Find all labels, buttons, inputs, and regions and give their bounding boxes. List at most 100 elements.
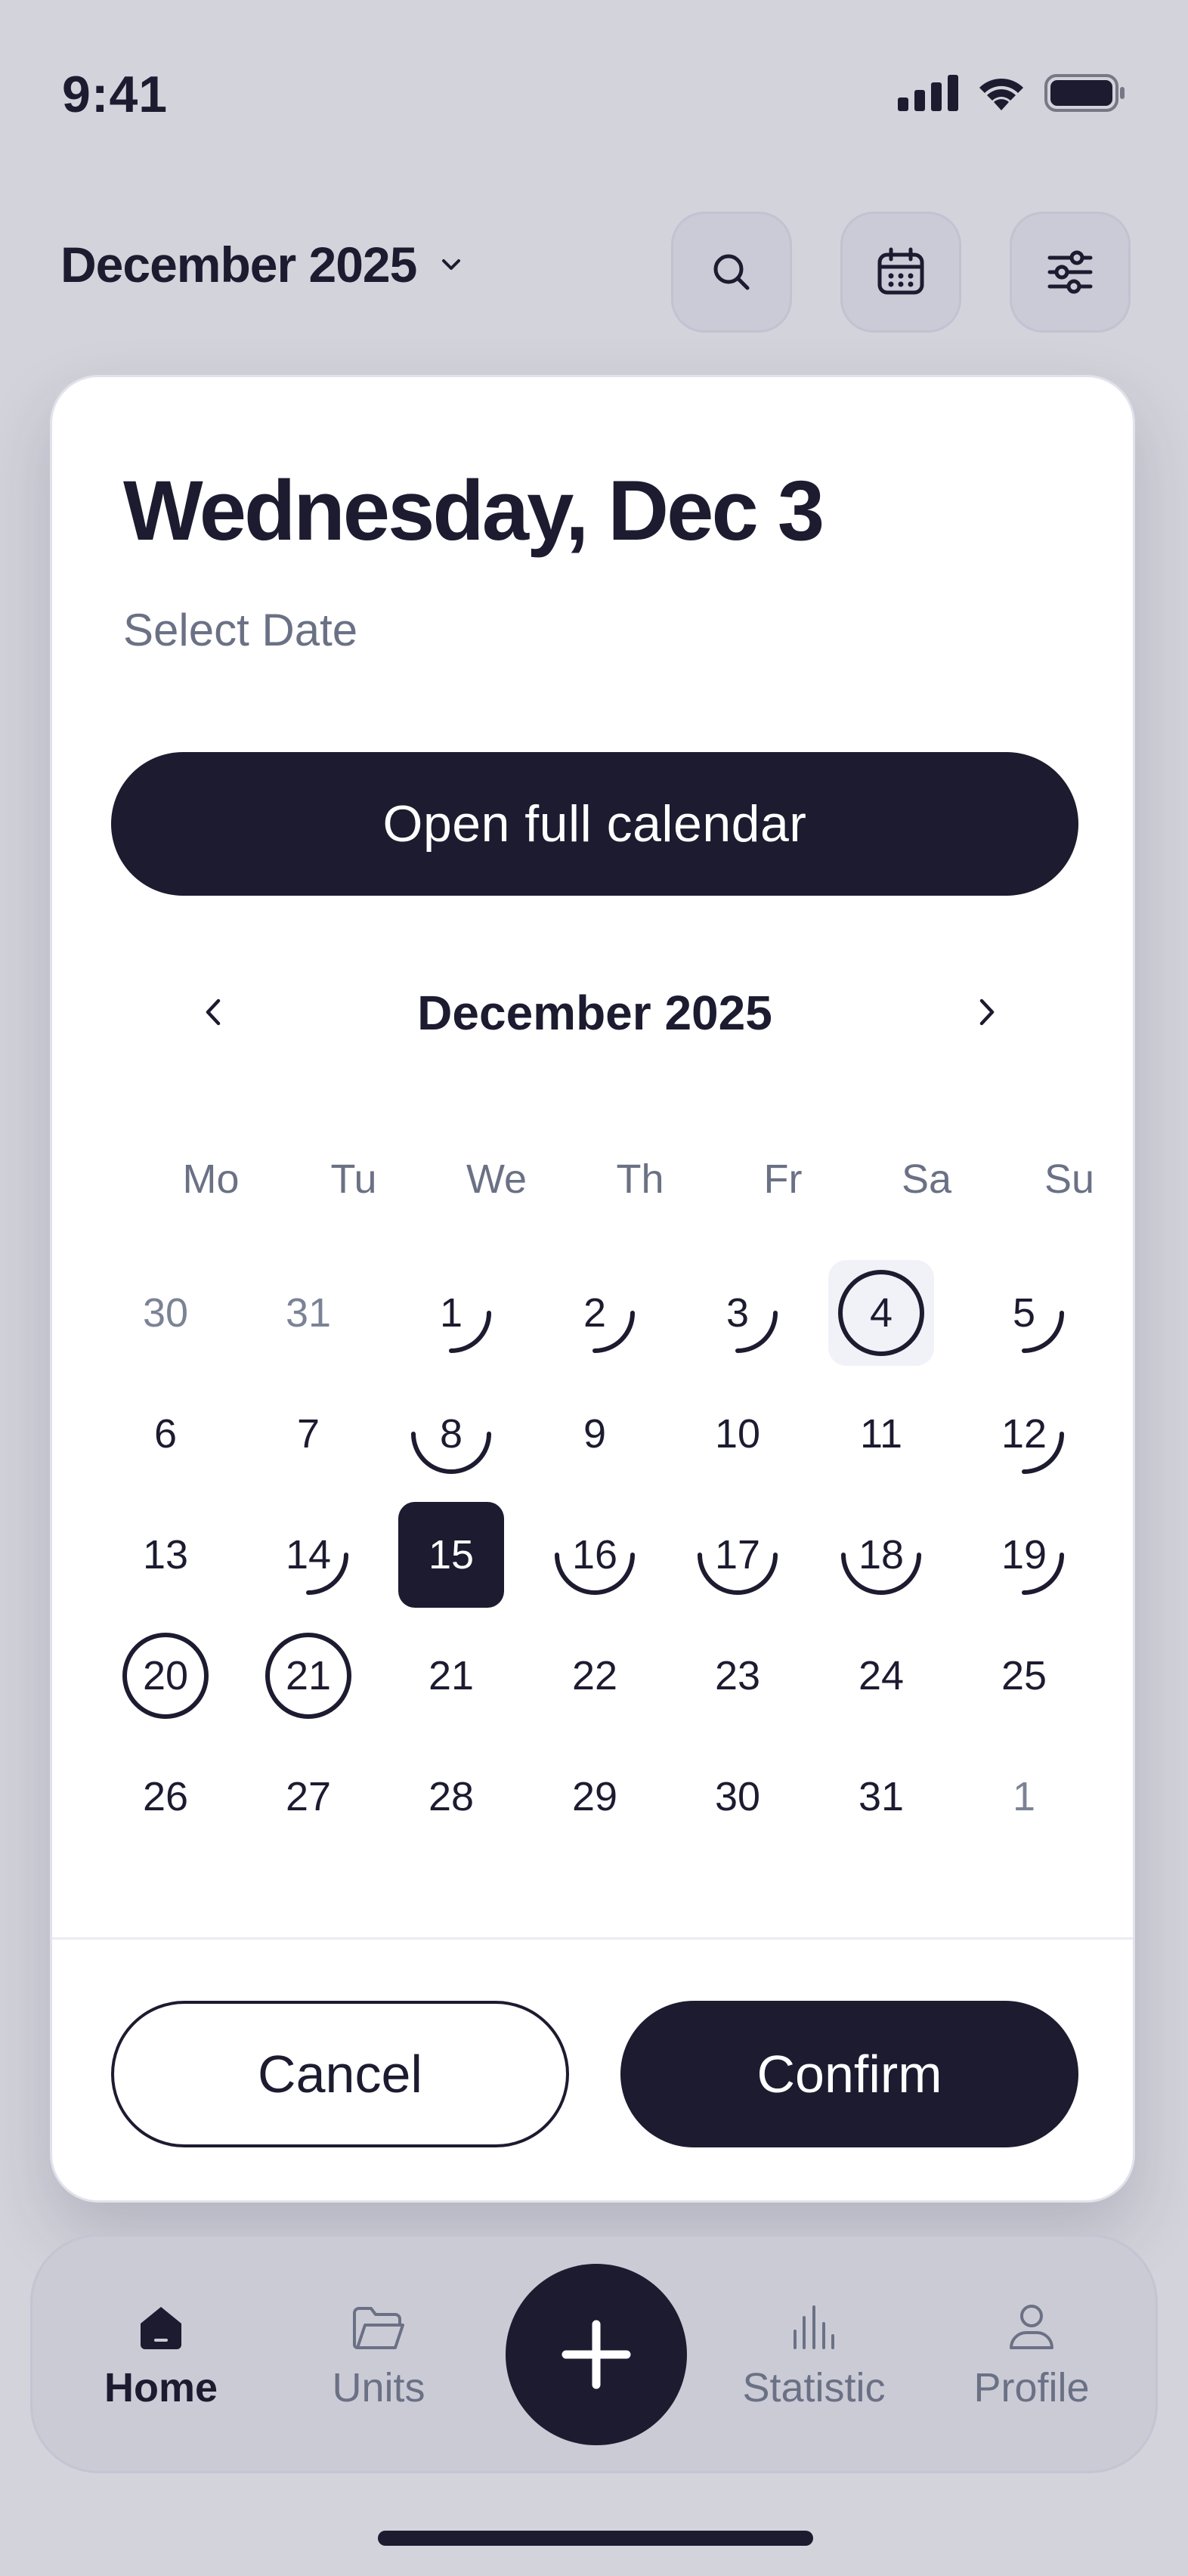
calendar-day[interactable]: 13	[113, 1502, 218, 1608]
tab-statistic-label: Statistic	[742, 2365, 886, 2410]
calendar-day-label: 8	[439, 1411, 463, 1457]
weekday-label: Tu	[330, 1156, 377, 1202]
tab-profile[interactable]: Profile	[933, 2237, 1130, 2475]
calendar-day[interactable]: 17	[685, 1502, 790, 1608]
calendar-day[interactable]: 28	[398, 1744, 504, 1850]
calendar-day-label: 22	[571, 1653, 618, 1698]
calendar-day[interactable]: 4	[828, 1260, 934, 1366]
calendar-day[interactable]: 5	[971, 1260, 1077, 1366]
next-month-button[interactable]	[948, 974, 1024, 1050]
calendar-day[interactable]: 21	[255, 1623, 361, 1729]
calendar-day-label: 21	[428, 1653, 475, 1698]
calendar-day-label: 14	[285, 1532, 332, 1577]
calendar-day-label: 21	[285, 1653, 332, 1698]
calendar-day-label: 5	[1012, 1290, 1036, 1336]
calendar-day[interactable]: 27	[255, 1744, 361, 1850]
chevron-right-icon	[979, 999, 995, 1026]
calendar-day[interactable]: 31	[828, 1744, 934, 1850]
status-time: 9:41	[62, 66, 169, 123]
calendar-day[interactable]: 7	[255, 1381, 361, 1487]
calendar-day[interactable]: 8	[398, 1381, 504, 1487]
calendar-day-label: 30	[714, 1774, 761, 1819]
calendar-day-label: 16	[571, 1532, 618, 1577]
tab-profile-label: Profile	[973, 2365, 1090, 2410]
calendar-day-label: 24	[858, 1653, 905, 1698]
calendar-day-label: 7	[296, 1411, 320, 1457]
calendar-day[interactable]: 6	[113, 1381, 218, 1487]
calendar-day[interactable]: 3	[685, 1260, 790, 1366]
footer-divider	[52, 1937, 1133, 1940]
calendar-day-label: 17	[714, 1532, 761, 1577]
weekday-label: Th	[616, 1156, 664, 1202]
open-full-calendar-button[interactable]: Open full calendar	[111, 752, 1078, 896]
sliders-icon	[1047, 250, 1093, 294]
filter-button[interactable]	[1010, 212, 1131, 333]
calendar-day-label: 11	[859, 1411, 903, 1457]
calendar-day-label: 4	[869, 1290, 893, 1336]
tab-home[interactable]: Home	[63, 2237, 259, 2475]
weekday-label: We	[466, 1156, 527, 1202]
add-button[interactable]	[506, 2264, 687, 2445]
calendar-day[interactable]: 24	[828, 1623, 934, 1729]
calendar-day-label: 31	[285, 1290, 332, 1336]
confirm-button[interactable]: Confirm	[620, 2001, 1078, 2147]
calendar-day[interactable]: 12	[971, 1381, 1077, 1487]
calendar-day-label: 28	[428, 1774, 475, 1819]
calendar-day-label: 13	[142, 1532, 189, 1577]
cancel-button[interactable]: Cancel	[111, 2001, 569, 2147]
plus-icon	[562, 2320, 631, 2389]
calendar-day[interactable]: 19	[971, 1502, 1077, 1608]
calendar-day[interactable]: 21	[398, 1623, 504, 1729]
calendar-day[interactable]: 30	[113, 1260, 218, 1366]
calendar-day[interactable]: 11	[828, 1381, 934, 1487]
tab-units[interactable]: Units	[280, 2237, 477, 2475]
calendar-day[interactable]: 16	[542, 1502, 648, 1608]
calendar-day-selected[interactable]: 15	[398, 1502, 504, 1608]
calendar-day-label: 1	[1012, 1774, 1036, 1819]
user-icon	[1010, 2305, 1053, 2349]
calendar-day[interactable]: 9	[542, 1381, 648, 1487]
calendar-day[interactable]: 18	[828, 1502, 934, 1608]
wifi-icon	[979, 78, 1023, 110]
calendar-day[interactable]: 1	[398, 1260, 504, 1366]
calendar-day-label: 12	[1001, 1411, 1047, 1457]
search-button[interactable]	[671, 212, 792, 333]
calendar-day-label: 23	[714, 1653, 761, 1698]
bar-chart-icon	[794, 2305, 834, 2349]
calendar-day-label: 1	[439, 1290, 463, 1336]
calendar-day[interactable]: 29	[542, 1744, 648, 1850]
calendar-day-label: 3	[725, 1290, 750, 1336]
calendar-button[interactable]	[840, 212, 961, 333]
calendar-day-label: 9	[583, 1411, 607, 1457]
calendar-day[interactable]: 25	[971, 1623, 1077, 1729]
folder-icon	[353, 2307, 404, 2349]
month-selector[interactable]: December 2025	[60, 236, 466, 293]
calendar-icon	[877, 247, 924, 295]
cellular-signal-icon	[898, 75, 958, 111]
bottom-tab-bar: Home Units Statistic Profile	[30, 2234, 1158, 2473]
calendar-day[interactable]: 20	[113, 1623, 218, 1729]
calendar-day-label: 30	[142, 1290, 189, 1336]
tab-statistic[interactable]: Statistic	[716, 2237, 912, 2475]
calendar-day[interactable]: 1	[971, 1744, 1077, 1850]
calendar-day[interactable]: 10	[685, 1381, 790, 1487]
calendar-day-label: 26	[142, 1774, 189, 1819]
weekday-label: Su	[1044, 1156, 1095, 1202]
calendar-day[interactable]: 14	[255, 1502, 361, 1608]
status-icons	[898, 74, 1126, 112]
home-icon	[141, 2307, 181, 2349]
tab-home-label: Home	[104, 2365, 218, 2410]
calendar-day-label: 10	[714, 1411, 761, 1457]
calendar-day[interactable]: 23	[685, 1623, 790, 1729]
calendar-day[interactable]: 22	[542, 1623, 648, 1729]
calendar-day[interactable]: 31	[255, 1260, 361, 1366]
calendar-day-label: 18	[858, 1532, 905, 1577]
calendar-day[interactable]: 30	[685, 1744, 790, 1850]
search-icon	[713, 254, 750, 290]
calendar-day-label: 6	[153, 1411, 178, 1457]
selected-date-title: Wednesday, Dec 3	[123, 463, 824, 558]
calendar-day[interactable]: 26	[113, 1744, 218, 1850]
weekday-label: Sa	[901, 1156, 952, 1202]
date-picker-modal: Wednesday, Dec 3 Select Date Open full c…	[50, 375, 1135, 2203]
calendar-day[interactable]: 2	[542, 1260, 648, 1366]
